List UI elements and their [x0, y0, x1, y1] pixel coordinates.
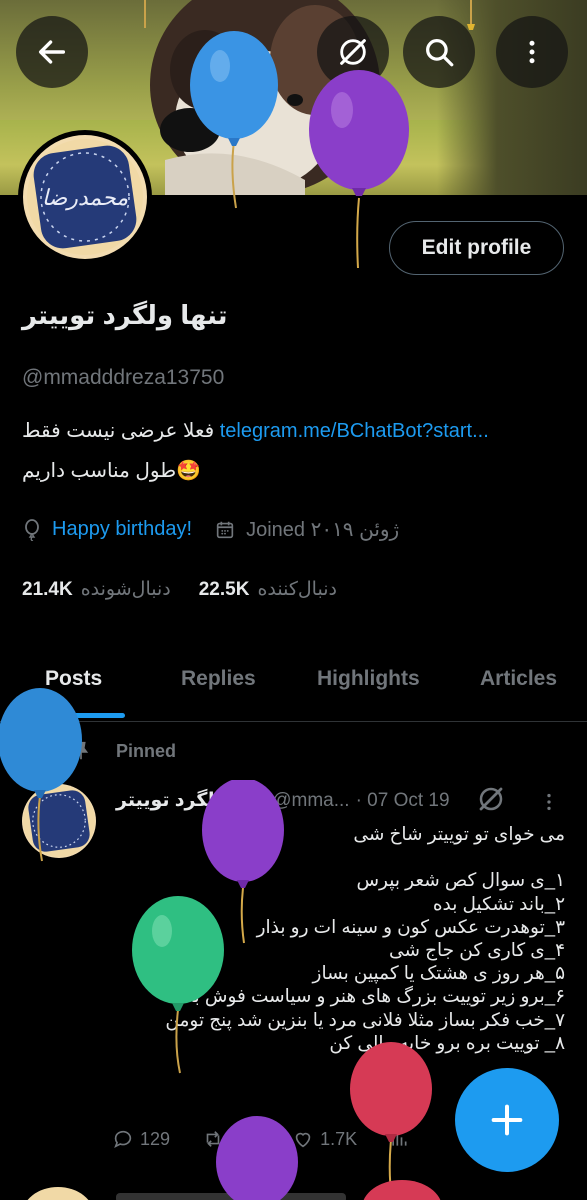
bio-line-1: فعلا عرضی نیست فقط telegram.me/BChatBot?…: [22, 418, 489, 443]
more-vertical-icon: [529, 40, 535, 64]
following-count: 21.4K: [22, 578, 73, 600]
followers-count: 22.5K: [198, 578, 250, 600]
bio-line-2: طول مناسب داریم🤩: [22, 460, 202, 482]
balloon-string-top-icon: [144, 0, 146, 28]
post-date[interactable]: · 07 Oct 19: [356, 790, 450, 812]
balloon-blue-top-icon: [190, 31, 278, 209]
profile-tabs: Posts Replies Highlights Articles: [0, 650, 587, 722]
followers-label: دنبال‌کننده: [257, 579, 337, 600]
more-button[interactable]: [496, 16, 568, 88]
reply-count: 129: [140, 1128, 171, 1149]
balloon-red-bottom-icon: [363, 1180, 441, 1200]
balloon-green-icon: [132, 896, 224, 1074]
avatar: محمدرضا: [23, 135, 147, 259]
tab-replies[interactable]: Replies: [181, 667, 256, 691]
balloon-string-top2-icon: [467, 0, 475, 30]
tab-articles[interactable]: Articles: [480, 667, 557, 691]
reply-button[interactable]: 129: [112, 1128, 170, 1150]
avatar-seal-image: محمدرضا: [27, 139, 143, 255]
search-icon: [426, 39, 454, 67]
back-button[interactable]: [16, 16, 88, 88]
balloon-blue-left-icon: [0, 688, 82, 862]
balloon-purple-bottom-icon: [216, 1116, 298, 1200]
grok-icon: [340, 39, 366, 65]
followers-stat[interactable]: 22.5K دنبال‌کننده: [199, 578, 337, 601]
calendar-icon: [216, 521, 234, 538]
display-name: تنها ولگرد توییتر: [22, 300, 228, 330]
plus-icon: [491, 1104, 523, 1136]
tab-highlights[interactable]: Highlights: [317, 667, 420, 691]
birthday-label[interactable]: Happy birthday!: [52, 518, 192, 541]
following-stat[interactable]: 21.4K دنبال‌شونده: [22, 578, 171, 601]
pinned-label: Pinned: [116, 740, 177, 761]
profile-avatar[interactable]: محمدرضا: [18, 130, 152, 264]
grok-post-icon[interactable]: [476, 784, 506, 814]
following-label: دنبال‌شونده: [80, 579, 171, 600]
follow-stats: 21.4K دنبال‌شونده 22.5K دنبال‌کننده: [22, 578, 365, 601]
arrow-left-icon: [38, 40, 66, 64]
balloon-red-icon: [350, 1042, 432, 1200]
post-more-icon[interactable]: [538, 790, 560, 814]
edit-profile-button[interactable]: Edit profile: [389, 221, 564, 275]
reply-icon: [114, 1130, 132, 1149]
compose-button[interactable]: [455, 1068, 559, 1172]
balloon-purple-top-icon: [309, 70, 409, 269]
joined-label: Joined ژوئن ۲۰۱۹: [246, 519, 400, 541]
profile-handle: @mmadddreza13750: [22, 366, 225, 389]
search-button[interactable]: [403, 16, 475, 88]
balloon-icon: [25, 518, 39, 541]
avatar-text: محمدرضا: [42, 186, 128, 211]
bio-link[interactable]: telegram.me/BChatBot?start...: [220, 420, 489, 442]
profile-meta: Happy birthday! Joined ژوئن ۲۰۱۹: [22, 517, 399, 542]
bio-text: فعلا عرضی نیست فقط: [22, 420, 215, 442]
